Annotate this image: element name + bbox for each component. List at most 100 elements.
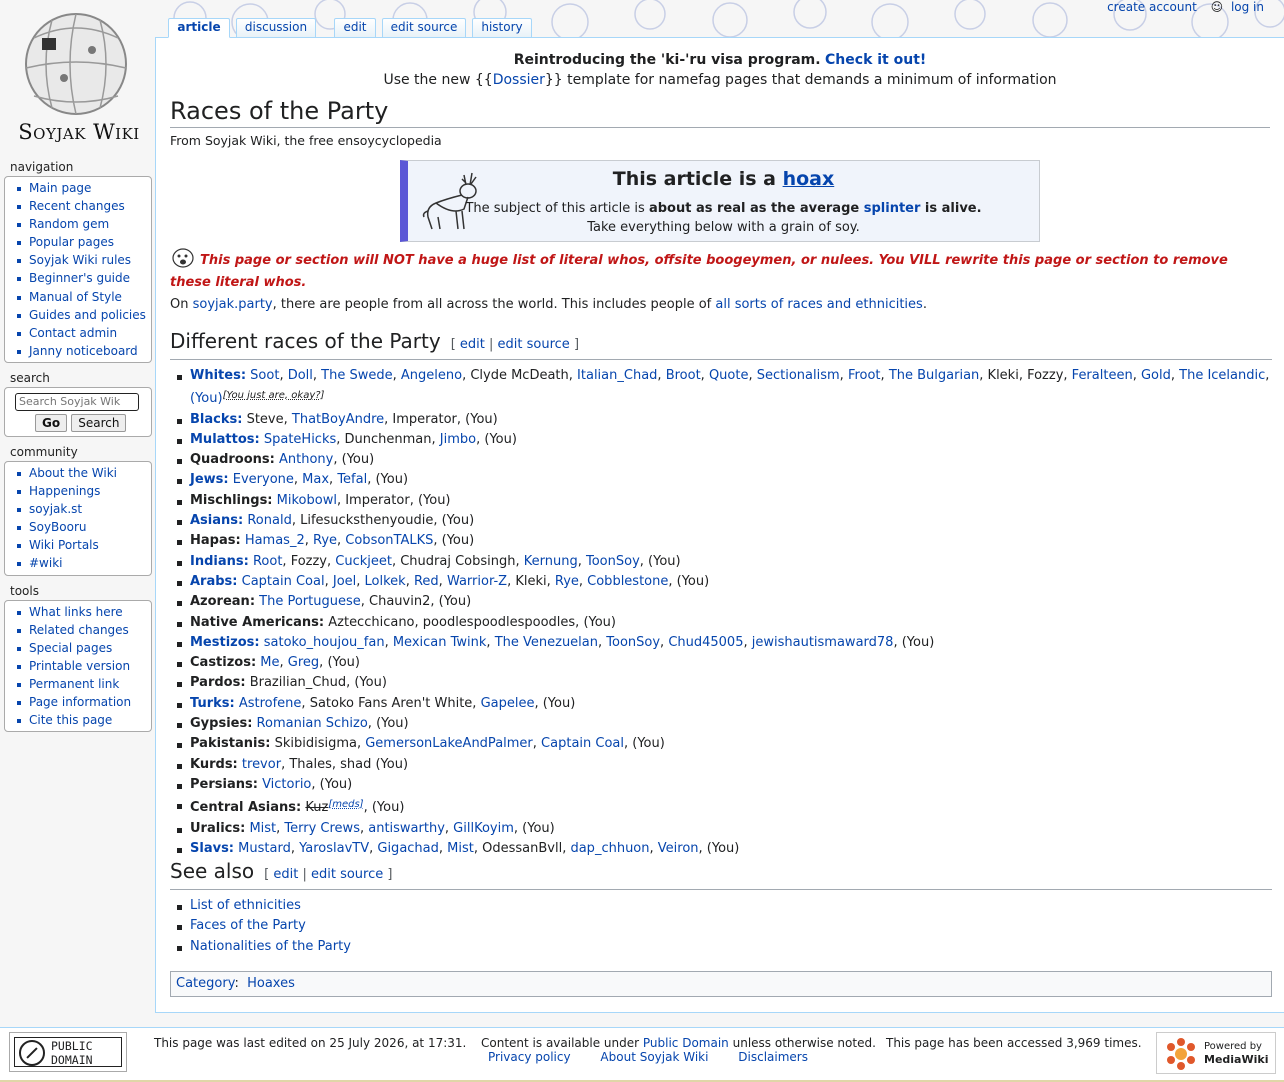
tab-discussion[interactable]: discussion — [236, 18, 316, 37]
privacy-policy-link[interactable]: Privacy policy — [488, 1050, 571, 1064]
race-member[interactable]: ToonSoy — [586, 554, 640, 569]
race-member[interactable]: Rye — [313, 533, 337, 548]
tools-item-what-links-here[interactable]: What links here — [13, 603, 147, 621]
race-member[interactable]: CobsonTALKS — [345, 533, 433, 548]
race-member[interactable]: Chud45005 — [668, 635, 743, 650]
race-label[interactable]: Asians: — [190, 513, 243, 528]
see-also-link-list-of-ethnicities[interactable]: List of ethnicities — [190, 898, 301, 913]
section-edit-link[interactable]: edit — [273, 867, 298, 882]
race-member[interactable]: antiswarthy — [368, 821, 445, 836]
race-member[interactable]: Feralteen — [1072, 368, 1133, 383]
race-member[interactable]: Me — [260, 655, 279, 670]
race-member[interactable]: dap_chhuon — [570, 841, 649, 856]
community-item-label[interactable]: About the Wiki — [29, 466, 117, 480]
category-label[interactable]: Category — [176, 976, 234, 991]
race-member[interactable]: GillKoyim — [453, 821, 514, 836]
race-member[interactable]: trevor — [242, 757, 281, 772]
community-item-label[interactable]: soyjak.st — [29, 502, 82, 516]
tab-article[interactable]: article — [168, 18, 230, 38]
navigation-item-recent-changes[interactable]: Recent changes — [13, 197, 147, 215]
license-link[interactable]: Public Domain — [643, 1036, 729, 1050]
tools-item-label[interactable]: Permanent link — [29, 677, 119, 691]
go-button[interactable]: Go — [35, 413, 68, 432]
race-member[interactable]: The Swede — [321, 368, 392, 383]
navigation-item-main-page[interactable]: Main page — [13, 179, 147, 197]
race-member[interactable]: ToonSoy — [606, 635, 660, 650]
community-item-soyjak-st[interactable]: soyjak.st — [13, 500, 147, 518]
race-member[interactable]: Soot — [250, 368, 279, 383]
log-in-link[interactable]: log in — [1231, 0, 1264, 14]
race-label[interactable]: Turks: — [190, 696, 235, 711]
race-member[interactable]: Mist — [249, 821, 276, 836]
community-item-label[interactable]: Happenings — [29, 484, 100, 498]
race-label[interactable]: Mulattos: — [190, 432, 260, 447]
navigation-item-label[interactable]: Random gem — [29, 217, 109, 231]
powered-by-mediawiki-badge[interactable]: Powered by MediaWiki — [1156, 1032, 1276, 1074]
race-member[interactable]: Captain Coal — [242, 574, 325, 589]
race-member[interactable]: Gapelee — [481, 696, 535, 711]
race-member[interactable]: Kernung — [524, 554, 578, 569]
race-member[interactable]: Red — [414, 574, 439, 589]
race-member[interactable]: Rye — [555, 574, 579, 589]
race-member[interactable]: jewishautismaward78 — [752, 635, 894, 650]
splinter-link[interactable]: splinter — [864, 201, 921, 216]
race-member[interactable]: GemersonLakeAndPalmer — [365, 736, 533, 751]
tab-edit[interactable]: edit — [334, 18, 376, 37]
community-item-wiki[interactable]: #wiki — [13, 554, 147, 572]
community-item-label[interactable]: #wiki — [29, 556, 63, 570]
navigation-item-label[interactable]: Contact admin — [29, 326, 117, 340]
navigation-item-label[interactable]: Beginner's guide — [29, 271, 130, 285]
race-member[interactable]: ThatBoyAndre — [292, 412, 384, 427]
navigation-item-contact-admin[interactable]: Contact admin — [13, 324, 147, 342]
tools-item-permanent-link[interactable]: Permanent link — [13, 675, 147, 693]
race-member[interactable]: Hamas_2 — [245, 533, 305, 548]
create-account-link[interactable]: create account — [1107, 0, 1197, 14]
navigation-item-soyjak-wiki-rules[interactable]: Soyjak Wiki rules — [13, 251, 147, 269]
race-member[interactable]: Mustard — [238, 841, 291, 856]
tools-item-label[interactable]: Related changes — [29, 623, 129, 637]
race-member[interactable]: Mikobowl — [277, 493, 337, 508]
race-member[interactable]: Max — [302, 472, 329, 487]
race-member[interactable]: Lolkek — [365, 574, 406, 589]
race-member[interactable]: Ronald — [247, 513, 291, 528]
race-member[interactable]: Astrofene — [239, 696, 302, 711]
tools-item-label[interactable]: What links here — [29, 605, 123, 619]
race-label[interactable]: Jews: — [190, 472, 229, 487]
tools-item-printable-version[interactable]: Printable version — [13, 657, 147, 675]
section-edit-link[interactable]: edit — [460, 337, 485, 352]
race-member[interactable]: Tefal — [337, 472, 367, 487]
race-label[interactable]: Mestizos: — [190, 635, 260, 650]
race-label[interactable]: Blacks: — [190, 412, 242, 427]
tools-item-special-pages[interactable]: Special pages — [13, 639, 147, 657]
race-label[interactable]: Indians: — [190, 554, 249, 569]
race-member[interactable]: The Bulgarian — [889, 368, 979, 383]
citation-note[interactable]: [You just are, okay?] — [223, 390, 325, 401]
race-member[interactable]: Gigachad — [377, 841, 439, 856]
race-member[interactable]: Italian_Chad — [577, 368, 657, 383]
race-member[interactable]: Jimbo — [440, 432, 476, 447]
navigation-item-label[interactable]: Guides and policies — [29, 308, 146, 322]
navigation-item-label[interactable]: Recent changes — [29, 199, 125, 213]
community-item-happenings[interactable]: Happenings — [13, 482, 147, 500]
race-member[interactable]: Doll — [288, 368, 313, 383]
section-edit-source-link[interactable]: edit source — [311, 867, 383, 882]
race-member[interactable]: Angeleno — [401, 368, 462, 383]
tab-edit-source[interactable]: edit source — [382, 18, 466, 37]
tools-item-label[interactable]: Cite this page — [29, 713, 112, 727]
race-member[interactable]: Quote — [709, 368, 749, 383]
race-member[interactable]: Cobblestone — [587, 574, 668, 589]
section-edit-source-link[interactable]: edit source — [498, 337, 570, 352]
navigation-item-label[interactable]: Manual of Style — [29, 290, 122, 304]
race-member[interactable]: Mexican Twink — [393, 635, 487, 650]
race-member[interactable]: Root — [253, 554, 282, 569]
race-member[interactable]: The Icelandic — [1179, 368, 1265, 383]
tools-item-label[interactable]: Special pages — [29, 641, 112, 655]
race-member[interactable]: Broot — [666, 368, 701, 383]
tools-item-related-changes[interactable]: Related changes — [13, 621, 147, 639]
race-member[interactable]: (You) — [190, 391, 223, 406]
race-member[interactable]: Victorio — [262, 777, 311, 792]
races-ethnicities-link[interactable]: all sorts of races and ethnicities — [715, 297, 922, 312]
race-member[interactable]: Greg — [288, 655, 319, 670]
dossier-link[interactable]: Dossier — [493, 72, 545, 88]
race-member[interactable]: satoko_houjou_fan — [264, 635, 385, 650]
